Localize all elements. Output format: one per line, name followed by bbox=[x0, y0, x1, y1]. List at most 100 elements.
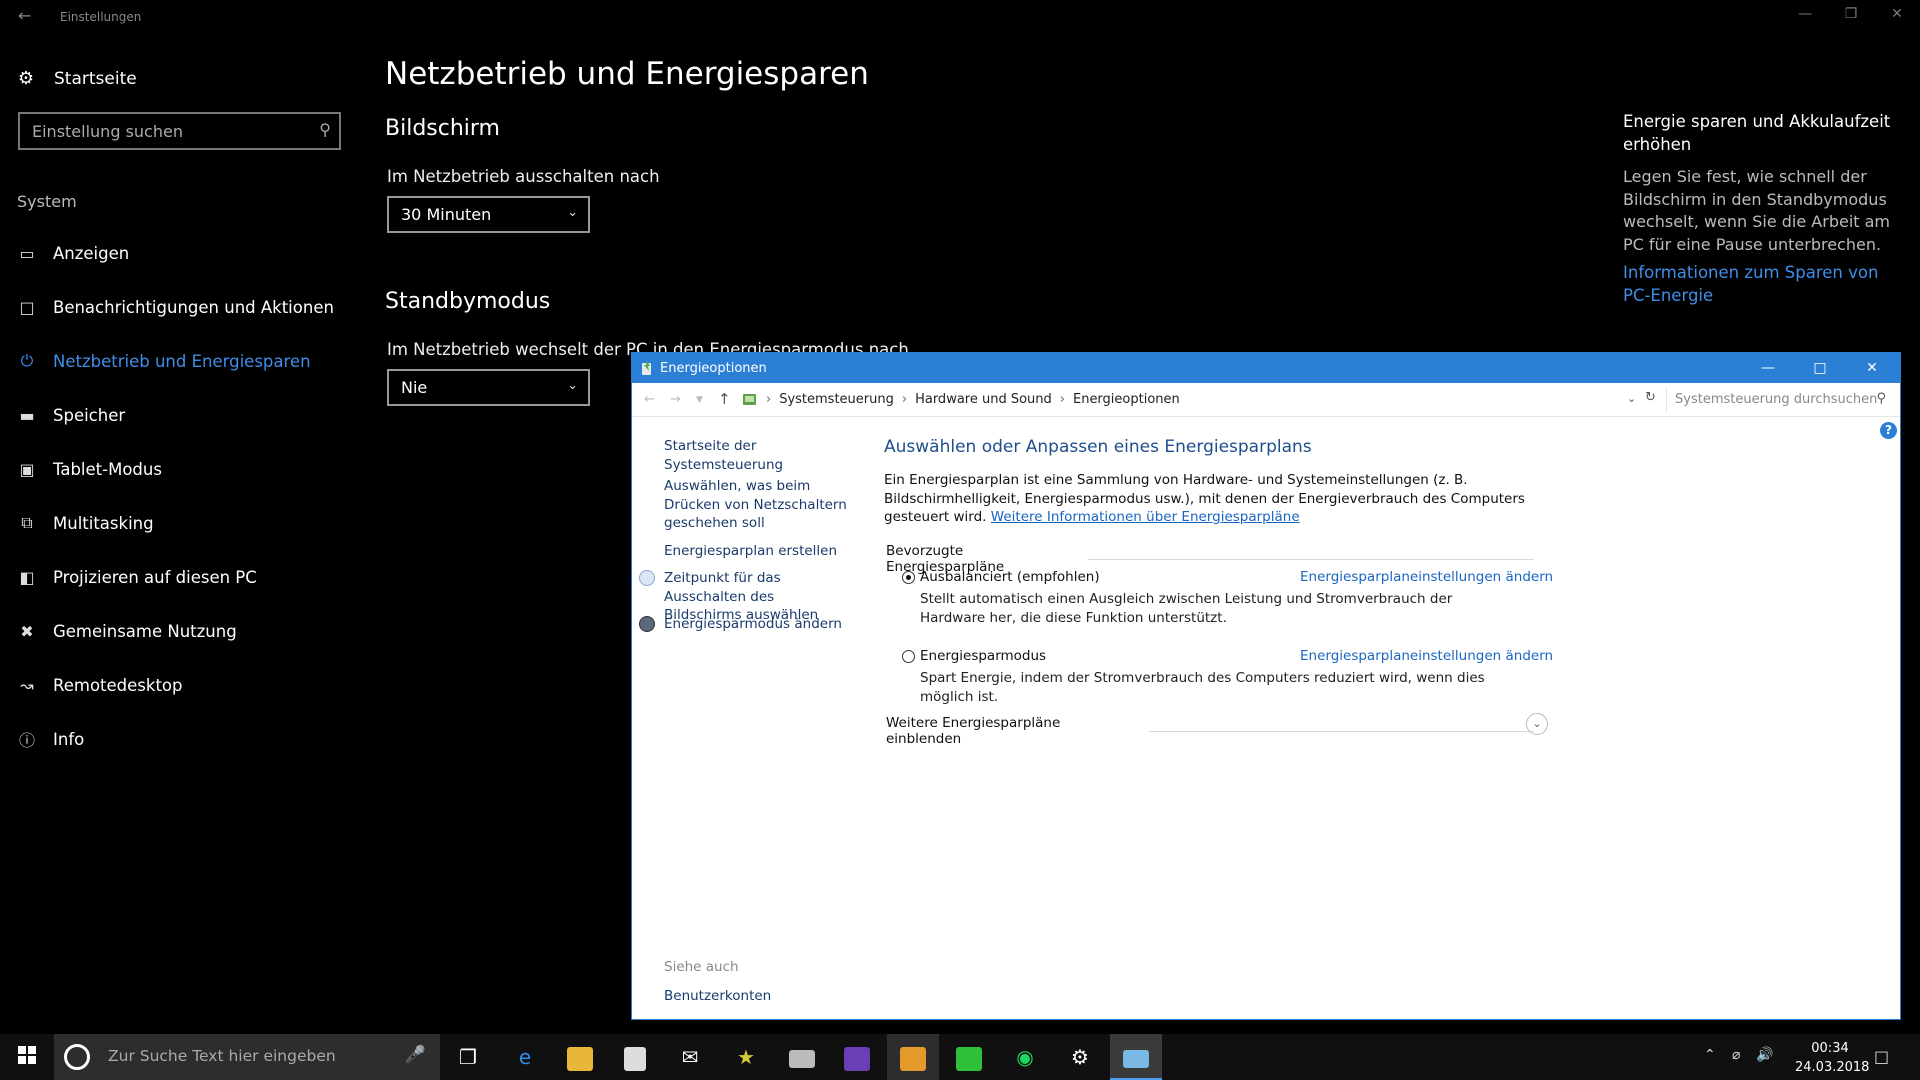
plan-ausbalanciert-desc: Stellt automatisch einen Ausgleich zwisc… bbox=[920, 591, 1453, 626]
back-arrow-icon[interactable]: ← bbox=[644, 392, 655, 407]
show-more-plans[interactable]: Weitere Energiesparpläne einblenden ⌄ bbox=[886, 713, 1548, 747]
spotify-icon[interactable]: ◉ bbox=[999, 1034, 1051, 1080]
power-options-titlebar: Energieoptionen — □ ✕ bbox=[632, 353, 1900, 383]
plan-energiesparmodus-radio[interactable] bbox=[902, 650, 915, 663]
breadcrumb-hardware-und-sound[interactable]: Hardware und Sound bbox=[915, 392, 1052, 407]
plan-energiesparmodus-edit-link[interactable]: Energiesparplaneinstellungen ändern bbox=[1300, 648, 1553, 664]
app-icon-books[interactable] bbox=[887, 1034, 939, 1080]
close-icon[interactable]: ✕ bbox=[1846, 353, 1898, 383]
taskbar-search-placeholder: Zur Suche Text hier eingeben bbox=[108, 1047, 336, 1065]
plan-ausbalanciert-radio[interactable] bbox=[902, 571, 915, 584]
show-more-plans-label: Weitere Energiesparpläne einblenden bbox=[886, 715, 1061, 747]
edge-icon[interactable]: e bbox=[499, 1034, 551, 1080]
link-user-accounts[interactable]: Benutzerkonten bbox=[664, 987, 854, 1006]
mail-icon[interactable]: ✉ bbox=[664, 1034, 716, 1080]
minimize-icon[interactable]: — bbox=[1795, 6, 1815, 22]
file-explorer-icon[interactable] bbox=[554, 1034, 606, 1080]
help-icon[interactable]: ? bbox=[1880, 422, 1897, 439]
related-info-panel: Energie sparen und Akkulaufzeit erhöhen … bbox=[1623, 110, 1903, 307]
nav-item-benachrichtigungen[interactable]: □ Benachrichtigungen und Aktionen bbox=[0, 280, 360, 334]
maximize-icon[interactable]: □ bbox=[1794, 353, 1846, 383]
task-view-icon[interactable]: ❐ bbox=[442, 1034, 494, 1080]
breadcrumb-energieoptionen[interactable]: Energieoptionen bbox=[1073, 392, 1180, 407]
breadcrumb-separator-icon: › bbox=[901, 392, 908, 407]
plan-ausbalanciert-edit-link[interactable]: Energiesparplaneinstellungen ändern bbox=[1300, 569, 1553, 585]
aside-link[interactable]: Informationen zum Sparen von PC-Energie bbox=[1623, 262, 1903, 307]
clock-date: 24.03.2018 bbox=[1795, 1060, 1870, 1075]
link-control-panel-home[interactable]: Startseite der Systemsteuerung bbox=[664, 437, 854, 474]
nav-item-multitasking[interactable]: ⧉ Multitasking bbox=[0, 496, 360, 550]
settings-titlebar: ← Einstellungen — ❐ ✕ bbox=[0, 0, 1920, 32]
link-power-buttons[interactable]: Auswählen, was beim Drücken von Netzscha… bbox=[664, 477, 854, 533]
settings-search-input[interactable]: Einstellung suchen ⚲ bbox=[18, 112, 341, 150]
recent-dropdown-icon[interactable]: ▼ bbox=[696, 395, 703, 405]
plan-ausbalanciert-name[interactable]: Ausbalanciert (empfohlen) bbox=[920, 569, 1100, 585]
expand-chevron-icon[interactable]: ⌄ bbox=[1526, 713, 1548, 735]
link-create-plan[interactable]: Energiesparplan erstellen bbox=[664, 542, 854, 561]
plan-energiesparmodus-name[interactable]: Energiesparmodus bbox=[920, 648, 1046, 664]
store-icon[interactable] bbox=[609, 1034, 661, 1080]
settings-nav: ▭ Anzeigen □ Benachrichtigungen und Akti… bbox=[0, 226, 360, 766]
home-link[interactable]: ⚙ Startseite bbox=[16, 68, 137, 89]
nav-item-netzbetrieb[interactable]: ⏻ Netzbetrieb und Energiesparen bbox=[0, 334, 360, 388]
plan-energiesparmodus-desc: Spart Energie, indem der Stromverbrauch … bbox=[920, 670, 1485, 705]
taskbar-search-input[interactable]: Zur Suche Text hier eingeben 🎤 bbox=[54, 1034, 440, 1080]
network-icon[interactable]: ⌀ bbox=[1732, 1047, 1740, 1063]
power-options-icon bbox=[642, 361, 651, 375]
address-bar: ← → ▼ ↑ › Systemsteuerung › Hardware und… bbox=[632, 383, 1900, 417]
app-icon-purple[interactable] bbox=[831, 1034, 883, 1080]
project-icon: ◧ bbox=[19, 567, 35, 587]
windows-logo-icon bbox=[18, 1046, 36, 1064]
notification-icon: □ bbox=[19, 297, 35, 317]
clock-time: 00:34 bbox=[1811, 1041, 1849, 1056]
control-panel-search-input[interactable]: Systemsteuerung durchsuchen ⚲ bbox=[1666, 387, 1892, 413]
gear-icon: ⚙ bbox=[17, 68, 35, 89]
nav-item-label: Gemeinsame Nutzung bbox=[53, 621, 237, 641]
microphone-icon[interactable]: 🎤 bbox=[405, 1045, 426, 1065]
close-icon[interactable]: ✕ bbox=[1887, 6, 1907, 22]
more-info-link[interactable]: Weitere Informationen über Energiesparpl… bbox=[991, 509, 1300, 525]
nav-item-remotedesktop[interactable]: ↝ Remotedesktop bbox=[0, 658, 360, 712]
page-title: Netzbetrieb und Energiesparen bbox=[385, 56, 869, 92]
app-icon-yellow[interactable]: ★ bbox=[720, 1034, 772, 1080]
volume-icon[interactable]: 🔊 bbox=[1756, 1047, 1773, 1063]
nav-item-projizieren[interactable]: ◧ Projizieren auf diesen PC bbox=[0, 550, 360, 604]
aside-heading: Energie sparen und Akkulaufzeit erhöhen bbox=[1623, 112, 1891, 154]
forward-arrow-icon[interactable]: → bbox=[670, 392, 681, 407]
action-center-icon[interactable]: □ bbox=[1874, 1047, 1889, 1066]
refresh-icon[interactable]: ↻ bbox=[1645, 390, 1656, 405]
screen-off-dropdown[interactable]: 30 Minuten ⌄ bbox=[387, 196, 590, 233]
nav-item-label: Tablet-Modus bbox=[53, 459, 162, 479]
settings-gear-icon[interactable]: ⚙ bbox=[1054, 1034, 1106, 1080]
breadcrumb-separator-icon: › bbox=[1059, 392, 1065, 407]
see-also-label: Siehe auch bbox=[664, 959, 739, 975]
minimize-icon[interactable]: — bbox=[1742, 353, 1794, 383]
link-sleep-change[interactable]: Energiesparmodus ändern bbox=[639, 615, 854, 634]
taskbar: Zur Suche Text hier eingeben 🎤 ❐ e ✉ ★ ◉… bbox=[0, 1034, 1920, 1080]
back-arrow-icon[interactable]: ← bbox=[18, 6, 31, 25]
control-panel-taskbar-icon[interactable] bbox=[1110, 1034, 1162, 1080]
nav-item-tablet-modus[interactable]: ▣ Tablet-Modus bbox=[0, 442, 360, 496]
nav-item-label: Multitasking bbox=[53, 513, 154, 533]
app-icon-scanner[interactable] bbox=[776, 1034, 828, 1080]
search-icon: ⚲ bbox=[319, 120, 331, 139]
nav-item-speicher[interactable]: ▬ Speicher bbox=[0, 388, 360, 442]
nav-item-gemeinsame-nutzung[interactable]: ✖ Gemeinsame Nutzung bbox=[0, 604, 360, 658]
monitor-clock-icon bbox=[639, 570, 655, 586]
cortana-icon[interactable] bbox=[64, 1044, 90, 1070]
breadcrumb-systemsteuerung[interactable]: Systemsteuerung bbox=[779, 392, 894, 407]
restore-icon[interactable]: ❐ bbox=[1841, 6, 1861, 22]
show-hidden-icons-icon[interactable]: ⌃ bbox=[1704, 1047, 1716, 1063]
nav-item-info[interactable]: ⓘ Info bbox=[0, 712, 360, 766]
up-arrow-icon[interactable]: ↑ bbox=[718, 390, 731, 408]
power-icon: ⏻ bbox=[20, 351, 34, 370]
app-icon-green[interactable] bbox=[943, 1034, 995, 1080]
group-divider bbox=[1087, 558, 1534, 560]
taskbar-clock[interactable]: 00:34 24.03.2018 bbox=[1795, 1039, 1870, 1077]
nav-item-anzeigen[interactable]: ▭ Anzeigen bbox=[0, 226, 360, 280]
address-dropdown-icon[interactable]: ⌄ bbox=[1627, 392, 1636, 405]
tablet-icon: ▣ bbox=[19, 459, 35, 479]
standby-dropdown[interactable]: Nie ⌄ bbox=[387, 369, 590, 406]
start-button[interactable] bbox=[0, 1034, 54, 1080]
link-sleep-change-label: Energiesparmodus ändern bbox=[664, 616, 842, 632]
